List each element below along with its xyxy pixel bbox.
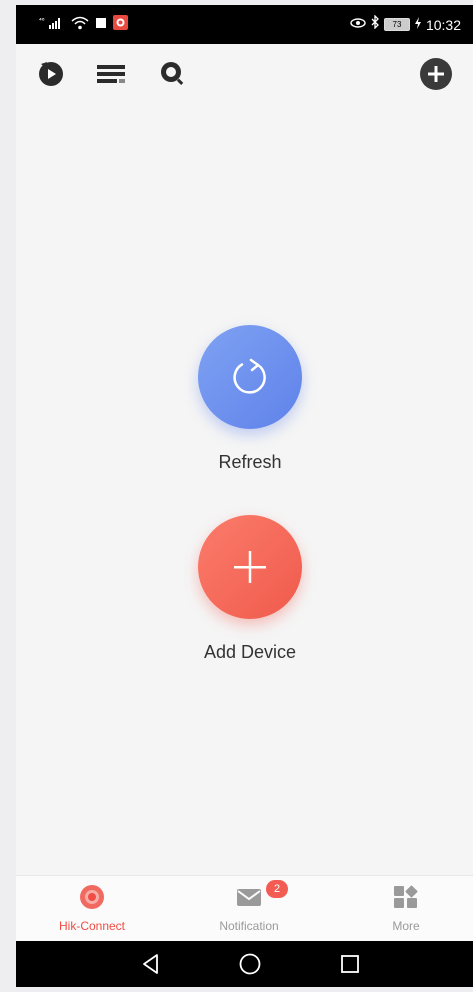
tab-hik-connect-label: Hik-Connect xyxy=(58,919,126,933)
home-circle-icon xyxy=(239,953,261,975)
battery-icon: 73 xyxy=(383,18,410,31)
status-left: ⁴⁶ xyxy=(39,15,128,35)
tab-notification[interactable]: 2 Notification xyxy=(194,880,304,933)
recent-apps-button[interactable] xyxy=(338,952,362,976)
add-device-label: Add Device xyxy=(203,642,297,662)
grid-icon xyxy=(394,885,418,908)
back-triangle-icon xyxy=(143,954,158,974)
status-time: 10:32 xyxy=(425,16,461,33)
status-bar: ⁴⁶ 73 10:32 xyxy=(16,5,473,44)
recent-square-icon xyxy=(341,955,359,973)
tab-hik-connect[interactable]: Hik-Connect xyxy=(37,884,147,933)
tab-notification-label: Notification xyxy=(219,919,279,933)
list-view-button[interactable] xyxy=(97,59,125,87)
top-toolbar xyxy=(16,44,473,104)
search-button[interactable] xyxy=(158,59,186,87)
hik-connect-icon xyxy=(80,885,104,909)
refresh-icon xyxy=(233,358,266,394)
status-right: 73 10:32 xyxy=(350,14,461,34)
playback-button[interactable] xyxy=(37,59,65,87)
add-icon xyxy=(420,58,452,90)
app-notification-icon xyxy=(113,15,128,35)
refresh-button[interactable] xyxy=(198,325,302,429)
tab-more-label: More xyxy=(392,919,420,933)
svg-text:⁴⁶: ⁴⁶ xyxy=(39,17,45,25)
charging-icon xyxy=(414,16,422,34)
system-nav-bar xyxy=(16,941,473,987)
play-icon xyxy=(39,62,63,86)
list-icon xyxy=(97,65,125,83)
back-button[interactable] xyxy=(139,952,163,976)
phone-screen: ⁴⁶ 73 10:32 Refresh Add Device Hik-Conne… xyxy=(16,5,473,987)
mail-icon xyxy=(237,889,261,906)
bluetooth-icon xyxy=(370,14,380,34)
bottom-nav: Hik-Connect 2 Notification More xyxy=(16,875,473,942)
notification-badge: 2 xyxy=(266,880,288,898)
add-device-button[interactable] xyxy=(198,515,302,619)
refresh-label: Refresh xyxy=(218,452,282,472)
wifi-icon xyxy=(71,16,89,35)
home-button[interactable] xyxy=(238,952,262,976)
eye-icon xyxy=(350,16,366,34)
search-icon xyxy=(161,62,184,85)
notification-square-icon xyxy=(95,16,107,34)
tab-more[interactable]: More xyxy=(351,884,461,933)
plus-icon xyxy=(234,551,266,583)
add-button[interactable] xyxy=(420,58,452,90)
signal-icon: ⁴⁶ xyxy=(39,16,65,35)
